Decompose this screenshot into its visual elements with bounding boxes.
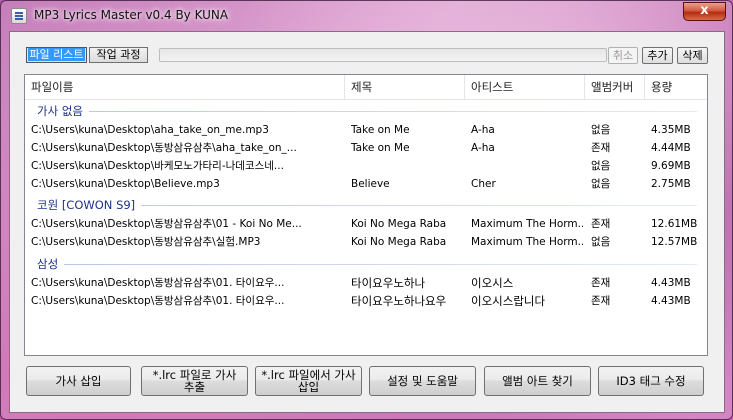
cell-title: Take on Me — [351, 142, 410, 154]
cell-filename: C:\Users\kuna\Desktop\바케모노가타리-나데코스네... — [31, 160, 284, 172]
insert-from-lrc-button[interactable]: *.lrc 파일에서 가사 삽입 — [255, 366, 362, 396]
client-area: 파일 리스트 작업 과정 취소 추가 삭제 파일이름 제목 아티스트 앨범커버 … — [9, 31, 725, 413]
tab-work-progress-label: 작업 과정 — [96, 48, 141, 61]
close-button[interactable]: x — [683, 2, 726, 21]
list-row[interactable]: C:\Users\kuna\Desktop\동방삼유삼추\aha_take_on… — [25, 139, 707, 157]
list-row[interactable]: C:\Users\kuna\Desktop\동방삼유삼추\01. 타이요우...… — [25, 274, 707, 292]
group-label: 가사 없음 — [37, 103, 89, 119]
group-label: 코원 [COWON S9] — [37, 197, 142, 213]
insert-lyrics-button[interactable]: 가사 삽입 — [26, 366, 131, 396]
cancel-button[interactable]: 취소 — [608, 47, 638, 64]
cell-filename: C:\Users\kuna\Desktop\동방삼유삼추\01. 타이요우... — [31, 277, 285, 289]
cell-filename: C:\Users\kuna\Desktop\Believe.mp3 — [31, 178, 220, 190]
cell-artist: Cher — [471, 178, 496, 190]
delete-button[interactable]: 삭제 — [677, 47, 708, 64]
find-album-art-button[interactable]: 앨범 아트 찾기 — [484, 366, 591, 396]
cell-size: 4.43MB — [651, 295, 691, 307]
cell-album-cover: 없음 — [591, 160, 611, 172]
group-label: 삼성 — [37, 256, 65, 272]
cell-filename: C:\Users\kuna\Desktop\동방삼유삼추\실험.MP3 — [31, 236, 261, 248]
cell-size: 2.75MB — [651, 178, 691, 190]
list-row[interactable]: C:\Users\kuna\Desktop\동방삼유삼추\실험.MP3 Koi … — [25, 233, 707, 251]
cell-album-cover: 없음 — [591, 236, 611, 248]
list-header: 파일이름 제목 아티스트 앨범커버 용량 — [25, 75, 707, 100]
cell-title: 타이요우노하나요우 — [351, 294, 447, 308]
column-header-album-cover[interactable]: 앨범커버 — [585, 75, 645, 99]
cell-album-cover: 존재 — [591, 295, 611, 307]
cell-size: 9.69MB — [651, 160, 691, 172]
app-window: MP3 Lyrics Master v0.4 By KUNA x 파일 리스트 … — [0, 0, 733, 420]
cell-filename: C:\Users\kuna\Desktop\동방삼유삼추\aha_take_on… — [31, 142, 297, 154]
list-row[interactable]: C:\Users\kuna\Desktop\동방삼유삼추\01. 타이요우...… — [25, 292, 707, 310]
cell-filename: C:\Users\kuna\Desktop\동방삼유삼추\01. 타이요우... — [31, 295, 285, 307]
list-row[interactable]: C:\Users\kuna\Desktop\바케모노가타리-나데코스네... 없… — [25, 157, 707, 175]
cell-title: Take on Me — [351, 124, 410, 136]
tab-file-list[interactable]: 파일 리스트 — [26, 47, 87, 63]
cell-title: Koi No Mega Raba — [351, 218, 447, 230]
cell-size: 4.43MB — [651, 277, 691, 289]
cell-album-cover: 존재 — [591, 142, 611, 154]
settings-help-button[interactable]: 설정 및 도움말 — [369, 366, 476, 396]
group-header[interactable]: 삼성 — [25, 255, 707, 273]
cell-filename: C:\Users\kuna\Desktop\동방삼유삼추\01 - Koi No… — [31, 218, 302, 230]
title-bar[interactable]: MP3 Lyrics Master v0.4 By KUNA x — [1, 1, 732, 31]
add-button[interactable]: 추가 — [642, 47, 673, 64]
cell-size: 4.44MB — [651, 142, 691, 154]
group-header[interactable]: 가사 없음 — [25, 102, 707, 120]
list-row[interactable]: C:\Users\kuna\Desktop\동방삼유삼추\01 - Koi No… — [25, 215, 707, 233]
cell-artist: Maximum The Horm... — [471, 218, 583, 230]
cell-size: 12.57MB — [651, 236, 698, 248]
app-icon — [11, 8, 27, 24]
cell-artist: 이오시스 — [471, 276, 514, 290]
file-list[interactable]: 파일이름 제목 아티스트 앨범커버 용량 가사 없음 C:\Users\kuna… — [24, 74, 708, 356]
column-header-title[interactable]: 제목 — [345, 75, 465, 99]
cell-title: Believe — [351, 178, 390, 190]
cell-size: 12.61MB — [651, 218, 698, 230]
cell-artist: Maximum The Horm... — [471, 236, 583, 248]
cell-album-cover: 존재 — [591, 277, 611, 289]
edit-id3-tag-button[interactable]: ID3 태그 수정 — [598, 366, 704, 396]
cell-filename: C:\Users\kuna\Desktop\aha_take_on_me.mp3 — [31, 124, 269, 136]
cell-title: Koi No Mega Raba — [351, 236, 447, 248]
list-row[interactable]: C:\Users\kuna\Desktop\aha_take_on_me.mp3… — [25, 121, 707, 139]
tab-work-progress[interactable]: 작업 과정 — [89, 47, 148, 63]
cell-artist: A-ha — [471, 142, 495, 154]
group-header[interactable]: 코원 [COWON S9] — [25, 196, 707, 214]
column-header-artist[interactable]: 아티스트 — [465, 75, 585, 99]
cell-title: 타이요우노하나 — [351, 276, 426, 290]
cell-artist: 이오시스랍니다 — [471, 294, 546, 308]
column-header-filename[interactable]: 파일이름 — [25, 75, 345, 99]
column-header-size[interactable]: 용량 — [645, 75, 707, 99]
cell-album-cover: 없음 — [591, 124, 611, 136]
window-title: MP3 Lyrics Master v0.4 By KUNA — [34, 8, 229, 22]
cell-album-cover: 없음 — [591, 178, 611, 190]
cell-album-cover: 존재 — [591, 218, 611, 230]
progress-bar — [159, 48, 607, 62]
tab-file-list-label: 파일 리스트 — [28, 48, 85, 61]
cell-size: 4.35MB — [651, 124, 691, 136]
cell-artist: A-ha — [471, 124, 495, 136]
list-row[interactable]: C:\Users\kuna\Desktop\Believe.mp3 Believ… — [25, 175, 707, 193]
extract-lrc-button[interactable]: *.lrc 파일로 가사 추출 — [141, 366, 248, 396]
